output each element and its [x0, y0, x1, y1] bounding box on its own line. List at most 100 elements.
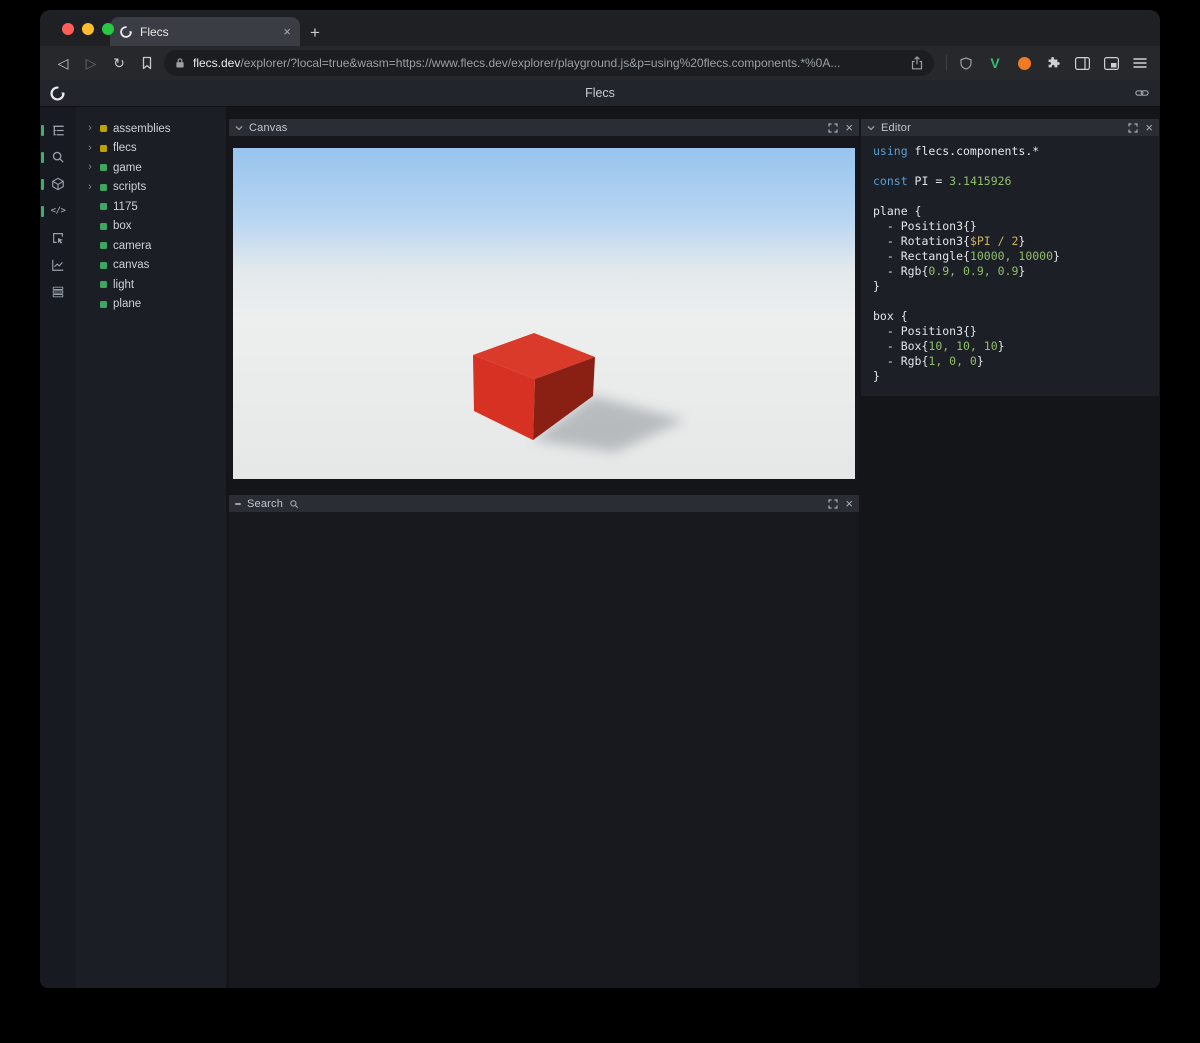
tree-item-label: assemblies [113, 122, 171, 135]
share-link-icon[interactable] [1135, 86, 1149, 105]
chevron-down-icon[interactable] [235, 124, 243, 132]
editor-panel-header[interactable]: Editor × [861, 119, 1159, 136]
tree-item-flecs[interactable]: › flecs [76, 139, 226, 159]
tree-item-camera[interactable]: camera [76, 236, 226, 256]
cube-icon [51, 177, 65, 191]
tab-group-icon[interactable] [1101, 53, 1121, 73]
search-rail-button[interactable] [40, 148, 76, 166]
close-icon[interactable]: × [845, 497, 853, 510]
browser-tab-bar: Flecs × + [40, 10, 1160, 46]
url-text: flecs.dev/explorer/?local=true&wasm=http… [193, 56, 903, 70]
chevron-right-icon[interactable]: › [86, 162, 94, 173]
v-extension-icon[interactable]: V [985, 53, 1005, 73]
tree-item-scripts[interactable]: › scripts [76, 178, 226, 198]
chart-rail-button[interactable] [40, 256, 76, 274]
minimize-window-button[interactable] [82, 23, 94, 35]
close-icon[interactable]: × [845, 121, 853, 134]
side-panel-icon[interactable] [1072, 53, 1092, 73]
expand-icon[interactable] [828, 122, 839, 133]
center-column: Canvas × Search × [229, 107, 859, 988]
entity-color-swatch [100, 242, 107, 250]
search-icon [51, 150, 65, 164]
zoom-window-button[interactable] [102, 23, 114, 35]
traffic-lights [62, 23, 114, 35]
entity-color-swatch [100, 125, 107, 133]
render-viewport[interactable] [233, 148, 855, 479]
close-window-button[interactable] [62, 23, 74, 35]
tree-item-assemblies[interactable]: › assemblies [76, 119, 226, 139]
tree-item-1175[interactable]: 1175 [76, 197, 226, 217]
bookmark-sidebar-icon[interactable] [134, 50, 160, 76]
tree-item-label: box [113, 220, 132, 233]
tree-rail-button[interactable] [40, 121, 76, 139]
code-line: - Position3{} [873, 219, 977, 233]
rows-icon [51, 285, 65, 299]
cube-rail-button[interactable] [40, 175, 76, 193]
code-line: - Rotation3{$PI / 2} [873, 234, 1026, 248]
toolbar-divider [946, 55, 947, 71]
rows-rail-button[interactable] [40, 283, 76, 301]
reload-button[interactable]: ↻ [106, 50, 132, 76]
tree-item-game[interactable]: › game [76, 158, 226, 178]
app-header: Flecs [40, 80, 1160, 107]
code-line: - Rectangle{10000, 10000} [873, 249, 1060, 263]
orange-extension-icon[interactable] [1014, 53, 1034, 73]
tree-item-label: light [113, 278, 135, 291]
search-panel-title: Search [247, 497, 284, 510]
tree-item-label: game [113, 161, 142, 174]
code-line: using flecs.components.* [873, 144, 1040, 158]
tree-item-label: 1175 [113, 200, 138, 213]
tree-item-label: flecs [113, 142, 137, 155]
chevron-right-icon[interactable]: › [86, 142, 94, 154]
editor-panel-title: Editor [881, 121, 911, 134]
tree-item-plane[interactable]: plane [76, 295, 226, 315]
back-button[interactable]: ◁ [50, 50, 76, 76]
inspect-icon [51, 231, 65, 245]
tree-item-label: plane [113, 298, 142, 311]
close-icon[interactable]: × [1145, 121, 1153, 134]
entity-color-swatch [100, 300, 107, 308]
canvas-panel-body [229, 136, 859, 479]
code-rail-button[interactable]: </> [40, 202, 76, 220]
tree-item-label: scripts [113, 181, 147, 194]
new-tab-button[interactable]: + [310, 24, 320, 41]
puzzle-extensions-icon[interactable] [1043, 53, 1063, 73]
forward-button[interactable]: ▷ [78, 50, 104, 76]
expand-icon[interactable] [1128, 122, 1139, 133]
chevron-down-icon[interactable] [867, 124, 875, 132]
chevron-right-icon[interactable]: › [86, 181, 94, 193]
inspect-rail-button[interactable] [40, 229, 76, 247]
collapse-dash-icon[interactable] [235, 502, 241, 505]
code-line: - Box{10, 10, 10} [873, 339, 1005, 353]
code-line: const PI = 3.1415926 [873, 174, 1012, 188]
search-panel-header[interactable]: Search × [229, 495, 859, 512]
entity-color-swatch [100, 281, 107, 289]
tree-icon [51, 123, 66, 138]
main-area: </> › assemblies › flecs › game › scripts 1175 bo… [40, 107, 1160, 988]
canvas-panel: Canvas × [229, 119, 859, 479]
code-line: box { [873, 309, 908, 323]
shield-icon[interactable] [953, 50, 979, 76]
expand-icon[interactable] [828, 498, 839, 509]
share-icon[interactable] [911, 56, 923, 70]
browser-tab[interactable]: Flecs × [110, 17, 300, 46]
tab-close-icon[interactable]: × [283, 25, 291, 38]
tab-title: Flecs [140, 24, 169, 39]
editor-code[interactable]: using flecs.components.* const PI = 3.14… [861, 136, 1159, 396]
search-icon [290, 499, 299, 508]
chevron-right-icon[interactable]: › [86, 123, 94, 134]
code-line: } [873, 279, 880, 293]
address-bar[interactable]: flecs.dev/explorer/?local=true&wasm=http… [164, 50, 934, 76]
code-line: plane { [873, 204, 922, 218]
tree-item-canvas[interactable]: canvas [76, 256, 226, 276]
canvas-panel-header[interactable]: Canvas × [229, 119, 859, 136]
entity-tree: › assemblies › flecs › game › scripts 1175 box cam… [76, 107, 226, 988]
menu-icon[interactable] [1130, 53, 1150, 73]
tree-item-box[interactable]: box [76, 217, 226, 237]
chart-icon [51, 258, 65, 272]
tree-item-light[interactable]: light [76, 275, 226, 295]
entity-color-swatch [100, 222, 107, 230]
